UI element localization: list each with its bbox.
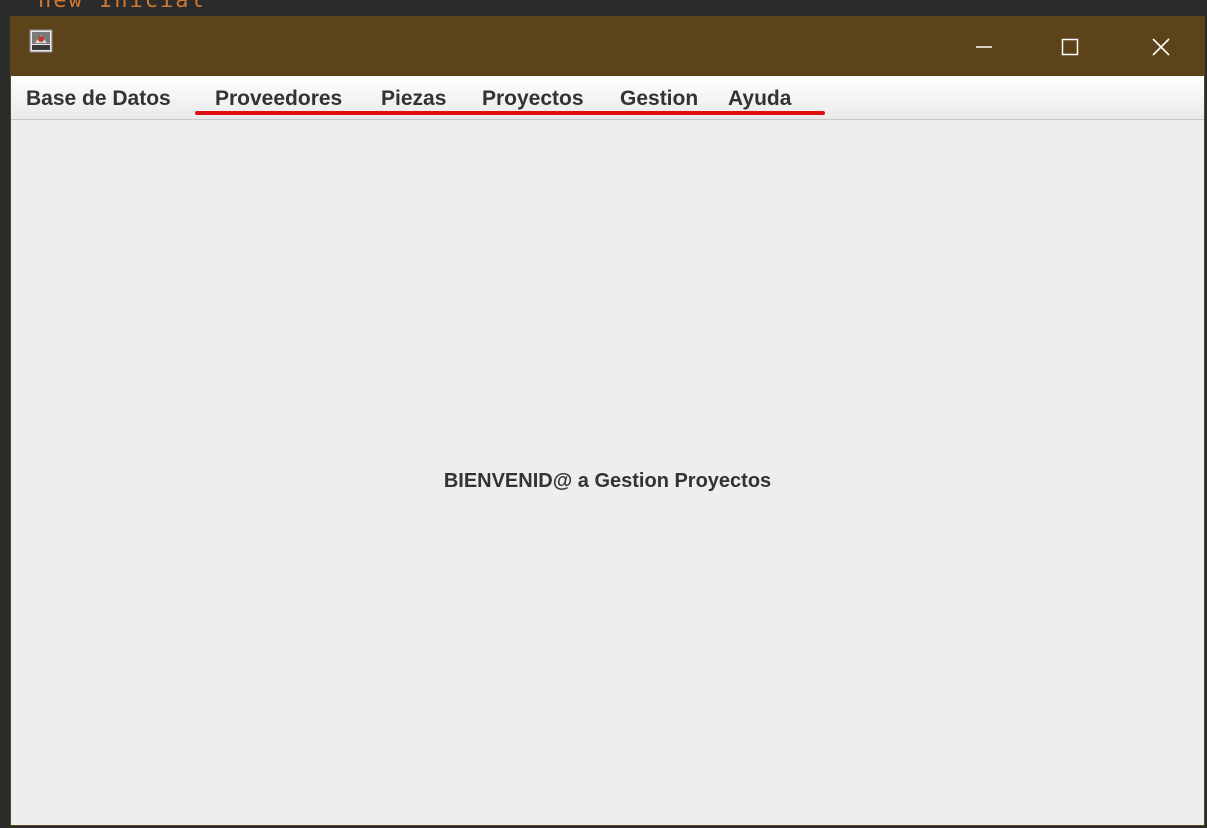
menu-proveedores[interactable]: Proveedores [215, 87, 342, 111]
main-content-panel: BIENVENID@ a Gestion Proyectos [11, 120, 1204, 825]
title-bar[interactable] [11, 17, 1204, 76]
java-app-icon [29, 29, 53, 53]
minimize-icon [976, 45, 992, 48]
background-code-text: new Inicial [38, 0, 206, 13]
maximize-icon [1061, 38, 1079, 55]
app-window: Base de Datos Proveedores Piezas Proyect… [10, 16, 1205, 826]
background-editor-strip: new Inicial [0, 0, 1207, 16]
welcome-label: BIENVENID@ a Gestion Proyectos [443, 470, 772, 492]
close-icon [1152, 37, 1170, 56]
menu-base-de-datos[interactable]: Base de Datos [26, 87, 171, 111]
minimize-button[interactable] [961, 17, 1007, 76]
red-annotation-underline [195, 111, 825, 115]
menu-piezas[interactable]: Piezas [381, 87, 446, 111]
close-button[interactable] [1138, 17, 1184, 76]
maximize-button[interactable] [1047, 17, 1093, 76]
menu-gestion[interactable]: Gestion [620, 87, 698, 111]
menu-proyectos[interactable]: Proyectos [482, 87, 584, 111]
menu-ayuda[interactable]: Ayuda [728, 87, 791, 111]
